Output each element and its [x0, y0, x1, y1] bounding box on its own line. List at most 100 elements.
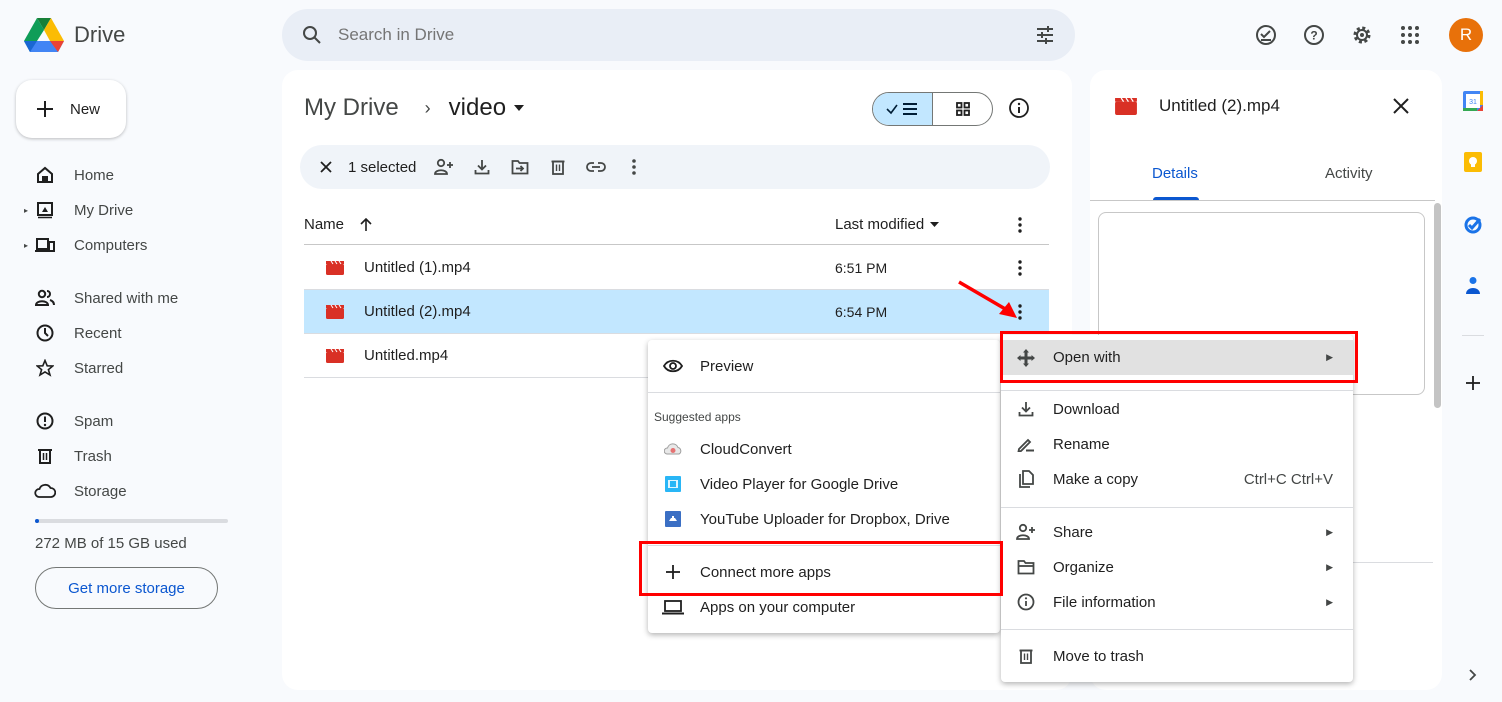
- keep-app-button[interactable]: [1462, 151, 1484, 173]
- sidebar-item-home[interactable]: Home: [24, 161, 114, 189]
- sidebar-item-starred[interactable]: Starred: [24, 354, 123, 382]
- sidebar-item-recent[interactable]: Recent: [24, 319, 122, 347]
- sidebar-item-spam[interactable]: Spam: [24, 407, 113, 435]
- grid-view-button[interactable]: [933, 93, 992, 125]
- menu-item-move-to-trash[interactable]: Move to trash: [1001, 639, 1353, 673]
- menu-item-download[interactable]: Download: [1001, 392, 1353, 426]
- shortcut-hint: Ctrl+C Ctrl+V: [1243, 470, 1333, 488]
- sidebar-item-shared-with-me[interactable]: Shared with me: [24, 284, 178, 312]
- sidebar-item-label: Storage: [74, 482, 127, 500]
- cloudconvert-icon: [662, 443, 684, 455]
- new-button[interactable]: New: [16, 80, 126, 138]
- sidebar-item-my-drive[interactable]: ▸ My Drive: [24, 196, 133, 224]
- submenu-arrow-icon: ▶: [1326, 561, 1333, 572]
- column-name[interactable]: Name: [304, 216, 344, 233]
- move-button[interactable]: [506, 153, 534, 181]
- shared-icon: [34, 287, 56, 309]
- menu-item-rename[interactable]: Rename: [1001, 427, 1353, 461]
- file-name: Untitled (1).mp4: [364, 259, 471, 276]
- help-icon: ?: [1304, 25, 1324, 45]
- ready-for-offline-button[interactable]: [1253, 22, 1279, 48]
- sidebar-item-computers[interactable]: ▸ Computers: [24, 231, 147, 259]
- menu-divider: [1001, 390, 1353, 391]
- column-options-icon[interactable]: [1018, 216, 1022, 233]
- computers-icon: [34, 234, 56, 256]
- file-row-selected[interactable]: Untitled (2).mp4 6:54 PM: [304, 290, 1049, 334]
- trash-icon: [34, 445, 56, 467]
- help-button[interactable]: ?: [1301, 22, 1327, 48]
- video-file-icon: [326, 348, 344, 363]
- get-more-storage-button[interactable]: Get more storage: [35, 567, 218, 609]
- sidebar-item-storage[interactable]: Storage: [24, 477, 127, 505]
- more-actions-button[interactable]: [620, 153, 648, 181]
- sidebar-item-label: Home: [74, 166, 115, 184]
- sort-ascending-icon[interactable]: [360, 217, 372, 232]
- search-bar[interactable]: [282, 9, 1075, 61]
- row-more-button[interactable]: [1012, 259, 1028, 276]
- download-icon: [1015, 401, 1037, 417]
- info-icon: [1015, 593, 1037, 611]
- copy-link-button[interactable]: [582, 153, 610, 181]
- menu-item-organize[interactable]: Organize ▶: [1001, 550, 1353, 584]
- rename-icon: [1015, 436, 1037, 452]
- expand-rail-button[interactable]: [1462, 664, 1484, 686]
- drive-logo[interactable]: Drive: [24, 18, 125, 52]
- video-file-icon: [326, 260, 344, 275]
- highlight-connect-more-apps: [639, 541, 1003, 596]
- expand-caret-icon[interactable]: ▸: [24, 206, 34, 215]
- account-avatar[interactable]: R: [1449, 18, 1483, 52]
- home-icon: [34, 164, 56, 186]
- submenu-arrow-icon: ▶: [1326, 596, 1333, 607]
- apps-button[interactable]: [1397, 22, 1423, 48]
- breadcrumb-current-folder[interactable]: video: [449, 94, 525, 122]
- menu-item-share[interactable]: Share ▶: [1001, 515, 1353, 549]
- sidebar-item-label: Starred: [74, 359, 124, 377]
- download-button[interactable]: [468, 153, 496, 181]
- details-scrollbar[interactable]: [1434, 203, 1441, 408]
- share-button[interactable]: [430, 153, 458, 181]
- delete-button[interactable]: [544, 153, 572, 181]
- search-input[interactable]: [338, 25, 1035, 45]
- details-file-name: Untitled (2).mp4: [1159, 96, 1280, 115]
- tab-activity[interactable]: Activity: [1325, 165, 1373, 182]
- list-view-button[interactable]: [873, 93, 933, 125]
- column-last-modified[interactable]: Last modified: [835, 216, 940, 233]
- details-panel-title: Untitled (2).mp4: [1115, 96, 1280, 116]
- sidebar-item-trash[interactable]: Trash: [24, 442, 112, 470]
- expand-caret-icon[interactable]: ▸: [24, 241, 34, 250]
- menu-item-cloudconvert[interactable]: CloudConvert: [648, 432, 1000, 466]
- sidebar-item-label: Trash: [74, 447, 112, 465]
- calendar-app-button[interactable]: 31: [1462, 90, 1484, 112]
- contacts-icon: [1466, 277, 1480, 294]
- file-row[interactable]: Untitled (1).mp4 6:51 PM: [304, 246, 1049, 290]
- menu-item-youtube-uploader[interactable]: YouTube Uploader for Dropbox, Drive: [648, 502, 1000, 536]
- menu-item-preview[interactable]: Preview: [648, 349, 1000, 383]
- drive-logo-icon: [24, 18, 64, 52]
- close-details-button[interactable]: [1392, 97, 1410, 115]
- get-addons-button[interactable]: [1462, 372, 1484, 394]
- submenu-arrow-icon: ▶: [1326, 526, 1333, 537]
- menu-item-video-player[interactable]: Video Player for Google Drive: [648, 467, 1000, 501]
- plus-icon: [37, 101, 53, 117]
- new-button-label: New: [70, 100, 101, 118]
- annotation-arrow-icon: [958, 280, 1017, 318]
- svg-text:?: ?: [1310, 29, 1317, 43]
- video-player-app-icon: [662, 476, 684, 492]
- dropdown-arrow-icon: [514, 105, 525, 111]
- contacts-app-button[interactable]: [1462, 274, 1484, 296]
- list-view-icon: [885, 103, 917, 115]
- menu-item-file-information[interactable]: File information ▶: [1001, 585, 1353, 619]
- menu-item-make-a-copy[interactable]: Make a copy Ctrl+C Ctrl+V: [1001, 462, 1353, 496]
- settings-button[interactable]: [1349, 22, 1375, 48]
- suggested-apps-heading: Suggested apps: [654, 410, 741, 424]
- breadcrumb-my-drive[interactable]: My Drive: [304, 94, 399, 122]
- selection-toolbar: 1 selected: [300, 145, 1050, 189]
- trash-icon: [1015, 648, 1037, 664]
- file-name: Untitled (2).mp4: [364, 303, 471, 320]
- view-details-button[interactable]: [1008, 97, 1030, 119]
- dropdown-arrow-icon: [930, 222, 940, 227]
- tasks-app-button[interactable]: [1462, 214, 1484, 236]
- search-options-icon[interactable]: [1035, 25, 1055, 45]
- clear-selection-button[interactable]: [312, 153, 340, 181]
- tab-details[interactable]: Details: [1152, 165, 1198, 182]
